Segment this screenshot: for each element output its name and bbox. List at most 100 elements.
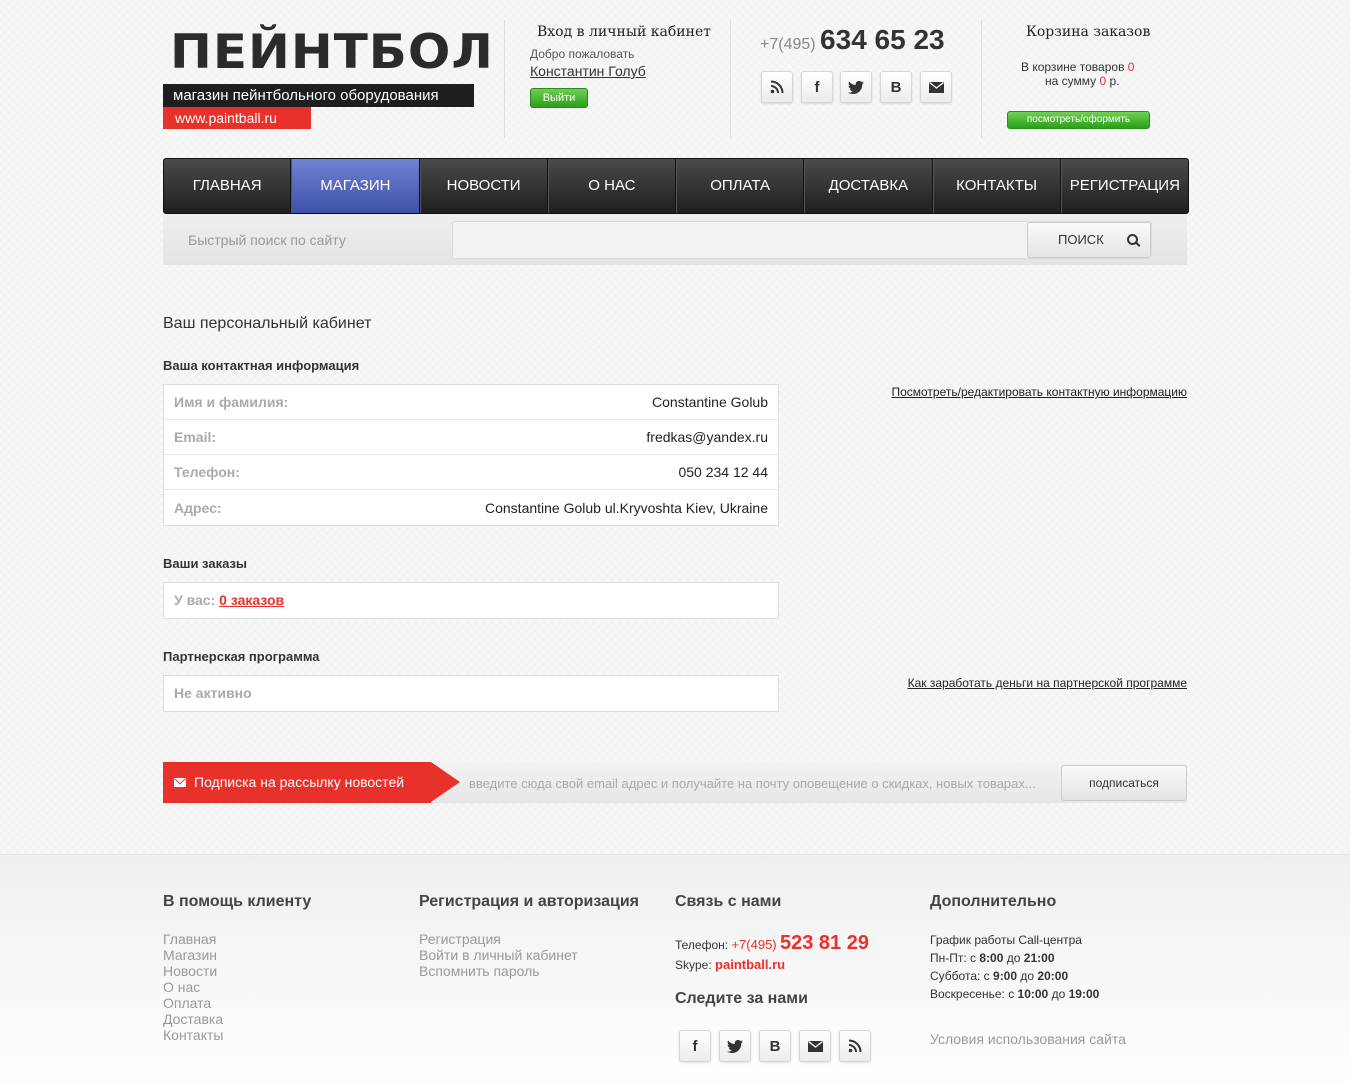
info-label: Телефон: — [174, 464, 240, 480]
divider — [981, 20, 982, 138]
partner-status-box: Не активно — [163, 675, 779, 712]
subscribe-button[interactable]: подписаться — [1061, 765, 1187, 801]
schedule-days: Пн-Пт: — [930, 951, 967, 965]
footer-contact-info: Телефон: +7(495) 523 81 29 Skype: paintb… — [675, 933, 869, 975]
footer-link-register[interactable]: Регистрация — [419, 931, 578, 947]
logo-title[interactable]: ПЕЙНТБОЛ — [170, 25, 494, 78]
logo-subtitle: магазин пейнтбольного оборудования — [163, 84, 474, 107]
search-button[interactable]: ПОИСК — [1027, 222, 1151, 258]
orders-label: У вас: — [174, 592, 216, 608]
rss-icon[interactable] — [761, 71, 793, 103]
nav-item-news[interactable]: НОВОСТИ — [419, 159, 548, 213]
username-link[interactable]: Константин Голуб — [530, 63, 646, 79]
footer-skype-value[interactable]: paintball.ru — [715, 957, 785, 972]
footer-link-shop[interactable]: Магазин — [163, 947, 223, 963]
footer-link-delivery[interactable]: Доставка — [163, 1011, 223, 1027]
facebook-icon[interactable]: f — [679, 1030, 711, 1062]
table-row: Телефон: 050 234 12 44 — [164, 455, 778, 490]
orders-section-title: Ваши заказы — [163, 556, 248, 571]
schedule-from-label: с — [983, 969, 990, 983]
cart-items-label: В корзине товаров — [1021, 60, 1125, 74]
info-value: 050 234 12 44 — [678, 464, 768, 480]
footer-link-contacts[interactable]: Контакты — [163, 1027, 223, 1043]
schedule-to: 19:00 — [1068, 987, 1100, 1001]
footer-link-recover-password[interactable]: Вспомнить пароль — [419, 963, 578, 979]
info-label: Имя и фамилия: — [174, 394, 289, 410]
cart-items-count: 0 — [1127, 60, 1135, 74]
schedule-to: 20:00 — [1037, 969, 1069, 983]
phone-code: +7(495) — [760, 36, 816, 53]
table-row: Email: fredkas@yandex.ru — [164, 420, 778, 455]
table-row: Имя и фамилия: Constantine Golub — [164, 385, 778, 420]
cart-sum-label: на сумму — [1045, 74, 1097, 88]
footer-link-news[interactable]: Новости — [163, 963, 223, 979]
footer-link-home[interactable]: Главная — [163, 931, 223, 947]
schedule-days: Воскресенье: — [930, 987, 1005, 1001]
footer-help-title: В помощь клиенту — [163, 893, 312, 910]
subscribe-email-input[interactable]: введите сюда свой email адрес и получайт… — [469, 776, 1036, 791]
partner-section-title: Партнерская программа — [163, 649, 320, 664]
footer-link-about[interactable]: О нас — [163, 979, 223, 995]
nav-item-contacts[interactable]: КОНТАКТЫ — [932, 159, 1061, 213]
info-value: Constantine Golub ul.Kryvoshta Kiev, Ukr… — [485, 499, 768, 516]
schedule-title: График работы Call-центра — [930, 933, 1082, 947]
header-phone: +7(495) 634 65 23 — [760, 24, 945, 56]
vkontakte-icon[interactable]: B — [759, 1030, 791, 1062]
schedule-to: 21:00 — [1023, 951, 1055, 965]
orders-count-link[interactable]: 0 заказов — [219, 592, 284, 608]
logo-url[interactable]: www.paintball.ru — [163, 107, 311, 129]
subscribe-title: Подписка на рассылку новостей — [163, 762, 431, 803]
view-cart-button[interactable]: посмотреть/оформить — [1007, 111, 1150, 129]
info-value: fredkas@yandex.ru — [646, 429, 768, 445]
footer-help-links: Главная Магазин Новости О нас Оплата Дос… — [163, 931, 223, 1043]
terms-link[interactable]: Условия использования сайта — [930, 1031, 1126, 1047]
nav-item-home[interactable]: ГЛАВНАЯ — [164, 159, 292, 213]
search-label: Быстрый поиск по сайту — [188, 232, 346, 248]
schedule-row: Воскресенье: с 10:00 до 19:00 — [930, 985, 1099, 1003]
nav-item-shop[interactable]: МАГАЗИН — [291, 159, 420, 213]
contact-info-table: Имя и фамилия: Constantine Golub Email: … — [163, 384, 779, 526]
footer-auth-links: Регистрация Войти в личный кабинет Вспом… — [419, 931, 578, 979]
twitter-icon[interactable] — [719, 1030, 751, 1062]
partner-info-link[interactable]: Как заработать деньги на партнерской про… — [908, 676, 1187, 690]
main-nav: ГЛАВНАЯ МАГАЗИН НОВОСТИ О НАС ОПЛАТА ДОС… — [163, 158, 1189, 214]
envelope-icon — [174, 778, 186, 787]
nav-item-payment[interactable]: ОПЛАТА — [676, 159, 805, 213]
divider — [730, 20, 731, 138]
schedule-from-label: с — [1008, 987, 1015, 1001]
footer-link-login[interactable]: Войти в личный кабинет — [419, 947, 578, 963]
info-label: Адрес: — [174, 499, 222, 516]
schedule-to-label: до — [1051, 987, 1066, 1001]
email-icon[interactable] — [920, 71, 952, 103]
schedule-from: 9:00 — [993, 969, 1018, 983]
footer-auth-title: Регистрация и авторизация — [419, 893, 639, 910]
search-button-label: ПОИСК — [1058, 232, 1104, 247]
footer-phone-label: Телефон: — [675, 938, 729, 952]
vkontakte-icon[interactable]: B — [880, 71, 912, 103]
twitter-icon[interactable] — [840, 71, 872, 103]
info-label: Email: — [174, 429, 217, 445]
logout-button[interactable]: Выйти — [530, 88, 588, 108]
call-center-schedule: График работы Call-центра Пн-Пт: с 8:00 … — [930, 931, 1099, 1003]
schedule-to-label: до — [1020, 969, 1035, 983]
ribbon-arrow — [431, 762, 460, 802]
footer-follow-title: Следите за нами — [675, 990, 808, 1007]
footer-extra-title: Дополнительно — [930, 893, 1057, 910]
email-icon[interactable] — [799, 1030, 831, 1062]
nav-item-registration[interactable]: РЕГИСТРАЦИЯ — [1060, 159, 1188, 213]
partner-status: Не активно — [174, 685, 252, 701]
page-title: Ваш персональный кабинет — [163, 315, 372, 332]
facebook-icon[interactable]: f — [801, 71, 833, 103]
nav-item-delivery[interactable]: ДОСТАВКА — [804, 159, 933, 213]
cart-title: Корзина заказов — [1026, 24, 1151, 40]
login-welcome: Добро пожаловать — [530, 47, 635, 61]
cart-items: В корзине товаров 0 — [1021, 60, 1134, 74]
login-title: Вход в личный кабинет — [537, 24, 711, 40]
nav-item-about[interactable]: О НАС — [547, 159, 676, 213]
footer-link-payment[interactable]: Оплата — [163, 995, 223, 1011]
schedule-days: Суббота: — [930, 969, 981, 983]
edit-contact-link[interactable]: Посмотреть/редактировать контактную инфо… — [891, 385, 1187, 399]
info-value: Constantine Golub — [652, 394, 768, 410]
contact-section-title: Ваша контактная информация — [163, 358, 360, 373]
rss-icon[interactable] — [839, 1030, 871, 1062]
